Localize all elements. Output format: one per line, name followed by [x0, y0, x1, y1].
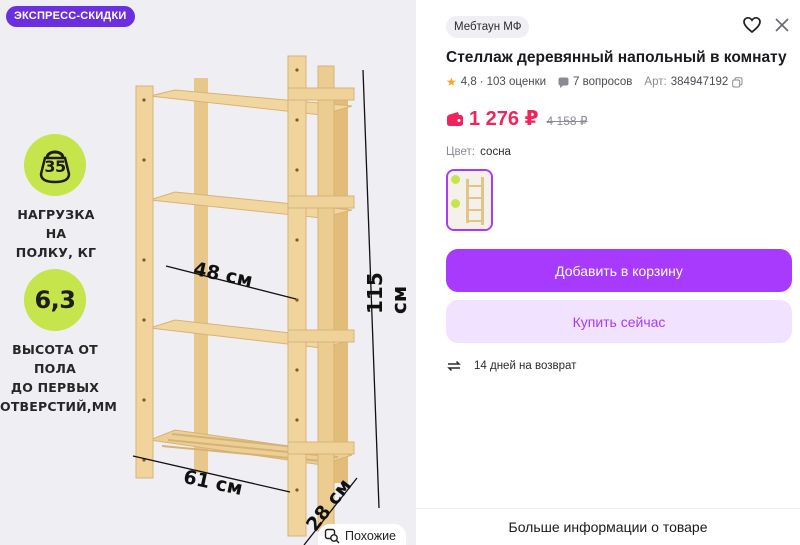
product-info-panel: Мебтаун МФ Стеллаж деревянный напольный … — [416, 0, 800, 545]
return-arrows-icon — [447, 360, 461, 372]
product-title: Стеллаж деревянный напольный в комнату — [446, 49, 787, 66]
questions-link[interactable]: 7 вопросов — [573, 76, 632, 88]
product-image[interactable]: ЭКСПРЕСС-СКИДКИ 35 НАГРУЗКА НА ПОЛКУ, КГ… — [0, 0, 416, 545]
price-row: 1 276 ₽ 4 158 ₽ — [446, 106, 588, 131]
height-spec-circle: 6,3 — [24, 269, 86, 331]
seller-chip[interactable]: Мебтаун МФ — [446, 16, 530, 38]
add-to-cart-button[interactable]: Добавить в корзину — [446, 249, 792, 292]
product-meta: ★ 4,8 · 103 оценки 7 вопросов Арт: 38494… — [446, 75, 743, 89]
return-text: 14 дней на возврат — [474, 360, 577, 372]
meta-separator: · — [479, 76, 484, 88]
close-icon[interactable] — [772, 15, 792, 35]
thumbnail-shelf-image — [448, 171, 491, 229]
color-value: сосна — [480, 146, 511, 158]
question-icon — [558, 77, 569, 88]
more-info-button[interactable]: Больше информации о товаре — [416, 508, 800, 545]
current-price: 1 276 ₽ — [469, 108, 539, 130]
height-value: 6,3 — [34, 286, 76, 314]
color-label: Цвет: — [446, 146, 475, 158]
height-spec-label: ВЫСОТА ОТ ПОЛА ДО ПЕРВЫХ ОТВЕРСТИЙ,ММ — [0, 342, 118, 414]
return-policy[interactable]: 14 дней на возврат — [446, 358, 576, 374]
visual-search-icon — [324, 528, 340, 544]
load-spec-circle: 35 — [24, 134, 86, 196]
wallet-icon — [447, 112, 463, 126]
load-spec-label: НАГРУЗКА НА ПОЛКУ, КГ — [15, 207, 97, 260]
star-icon: ★ — [446, 75, 457, 89]
similar-button[interactable]: Похожие — [318, 524, 407, 545]
color-row: Цвет: сосна — [446, 146, 511, 158]
load-value: 35 — [44, 157, 66, 176]
copy-icon[interactable] — [732, 76, 743, 88]
article-value: 384947192 — [670, 76, 729, 88]
buy-now-button[interactable]: Купить сейчас — [446, 300, 792, 343]
old-price: 4 158 ₽ — [546, 114, 588, 128]
rating-value: 4,8 — [460, 76, 477, 88]
reviews-link[interactable]: 103 оценки — [487, 76, 546, 88]
express-discount-badge: ЭКСПРЕСС-СКИДКИ — [6, 6, 135, 27]
heart-icon[interactable] — [742, 15, 762, 35]
article-label: Арт: — [644, 76, 667, 88]
height-dimension: 115 см — [363, 272, 411, 314]
similar-label: Похожие — [345, 529, 397, 543]
color-variant-thumbnail[interactable] — [446, 169, 493, 231]
